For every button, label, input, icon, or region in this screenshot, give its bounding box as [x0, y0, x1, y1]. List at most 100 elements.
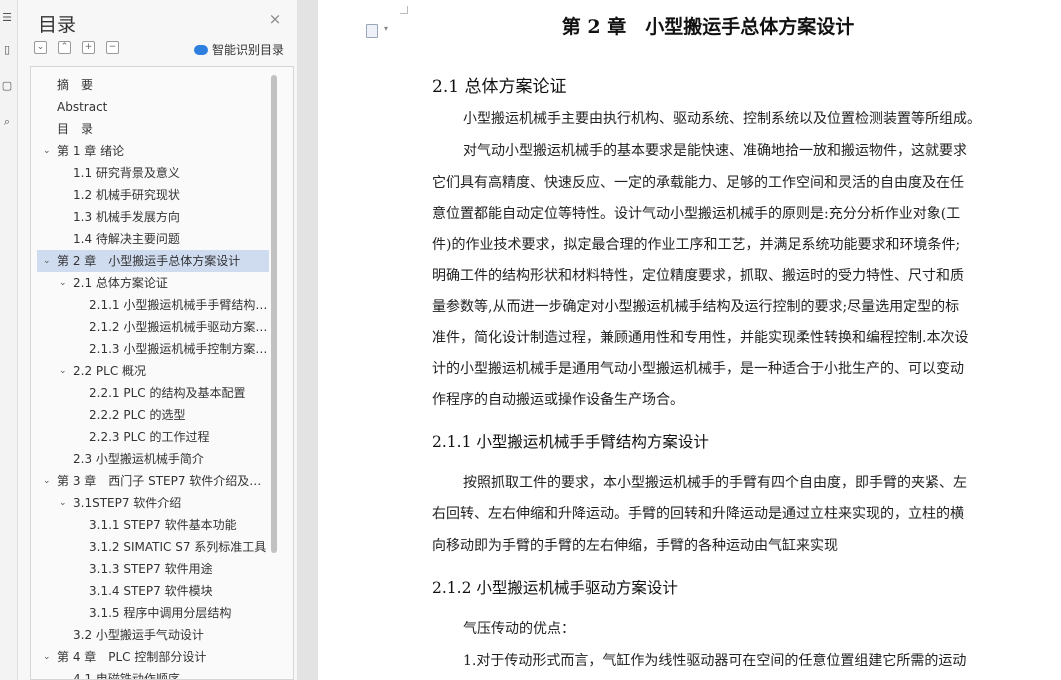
chevron-down-icon[interactable]: ⌄	[59, 492, 69, 514]
smart-recognize-label: 智能识别目录	[212, 43, 285, 57]
remove-heading-icon[interactable]: −	[106, 41, 119, 54]
toc-list: 摘 要 Abstract 目 录第 1 章 绪论 ⌄ 1.1 研究背景及意义 1.2 机械…	[30, 66, 294, 680]
toc-item[interactable]: 1.2 机械手研究现状	[37, 184, 269, 206]
paragraph-line: 意位置都能自动定位等特性。设计气动小型搬运机械手的原则是:充分分析作业对象(工	[432, 206, 961, 222]
toc-item-label: Abstract	[57, 100, 108, 114]
toc-item-label: 1.4 待解决主要问题	[73, 232, 180, 246]
paragraph-line: 件)的作业技术要求，拟定最合理的作业工序和工艺，并满足系统功能要求和环境条件;	[432, 237, 961, 253]
toc-item[interactable]: 3.1.2 SIMATIC S7 系列标准工具	[37, 536, 269, 558]
toc-item[interactable]: 第 2 章 小型搬运手总体方案设计	[37, 250, 269, 272]
paragraph-line: 小型搬运机械手主要由执行机构、驱动系统、控制系统以及位置检测装置等所组成。	[463, 111, 981, 127]
toc-item-label: 第 4 章 PLC 控制部分设计	[57, 650, 207, 664]
toc-item[interactable]: 3.1.5 程序中调用分层结构	[37, 602, 269, 624]
toc-item[interactable]: 4.1 电磁铁动作顺序	[37, 668, 269, 680]
page-icon[interactable]: ▢	[1, 80, 13, 92]
toc-item-label: 2.1.1 小型搬运机械手手臂结构方案设计	[89, 298, 269, 312]
collapse-all-icon[interactable]: ⌃	[58, 41, 71, 54]
toc-item[interactable]: 第 1 章 绪论	[37, 140, 269, 162]
toc-item[interactable]: 目 录	[37, 118, 269, 140]
toc-title: 目录	[38, 14, 77, 36]
pane-divider	[298, 0, 318, 680]
paragraph-line: 作程序的自动搬运或操作设备生产场合。	[432, 392, 684, 408]
cloud-icon	[194, 44, 208, 55]
toc-item[interactable]: 摘 要	[37, 74, 269, 96]
toc-item[interactable]: 2.1.1 小型搬运机械手手臂结构方案设计	[37, 294, 269, 316]
toc-item[interactable]: 1.1 研究背景及意义	[37, 162, 269, 184]
scrollbar-thumb[interactable]	[271, 75, 277, 553]
toc-item[interactable]: 2.2.3 PLC 的工作过程	[37, 426, 269, 448]
add-heading-icon[interactable]: +	[82, 41, 95, 54]
paragraph-line: 量参数等,从而进一步确定对小型搬运机械手结构及运行控制的要求;尽量选用定型的标	[432, 299, 960, 315]
toc-item[interactable]: 第 4 章 PLC 控制部分设计	[37, 646, 269, 668]
toc-item-label: 1.1 研究背景及意义	[73, 166, 180, 180]
toc-item-label: 1.3 机械手发展方向	[73, 210, 180, 224]
close-icon[interactable]: ×	[268, 12, 282, 27]
toc-item-label: 2.2.3 PLC 的工作过程	[89, 430, 210, 444]
toc-item[interactable]: 2.3 小型搬运机械手简介	[37, 448, 269, 470]
toc-item-label: 2.3 小型搬运机械手简介	[73, 452, 204, 466]
toc-item-label: 2.1.2 小型搬运机械手驱动方案设计	[89, 320, 269, 334]
app-window: ☰ ▯ ▢ ⌕ 目录 × ⌄ ⌃ + − 智能识别目录 摘 要 Abstract 目…	[0, 0, 1061, 680]
toc-item-label: 2.1 总体方案论证	[73, 276, 168, 290]
smart-recognize-button[interactable]: 智能识别目录	[194, 41, 284, 58]
toc-item[interactable]: 2.1.2 小型搬运机械手驱动方案设计	[37, 316, 269, 338]
toc-item[interactable]: 3.2 小型搬运手气动设计	[37, 624, 269, 646]
section-heading-2-1: 2.1 总体方案论证	[432, 77, 567, 97]
section-heading-2-1-2: 2.1.2 小型搬运机械手驱动方案设计	[432, 579, 678, 597]
toc-item-label: 3.2 小型搬运手气动设计	[73, 628, 204, 642]
chevron-down-icon[interactable]: ⌄	[43, 250, 53, 272]
section-heading-2-1-1: 2.1.1 小型搬运机械手手臂结构方案设计	[432, 433, 709, 451]
bookmark-icon[interactable]: ▯	[1, 44, 13, 56]
toc-item-label: 2.2.2 PLC 的选型	[89, 408, 186, 422]
paragraph-line: 它们具有高精度、快速反应、一定的承载能力、足够的工作空间和灵活的自由度及在任	[432, 175, 964, 191]
toc-item[interactable]: 2.1 总体方案论证	[37, 272, 269, 294]
paragraph-line: 明确工件的结构形状和材料特性，定位精度要求，抓取、搬运时的受力特性、尺寸和质	[432, 268, 964, 284]
toc-item[interactable]: 3.1.4 STEP7 软件模块	[37, 580, 269, 602]
toc-item[interactable]: 3.1.1 STEP7 软件基本功能	[37, 514, 269, 536]
toc-item-label: 1.2 机械手研究现状	[73, 188, 180, 202]
toc-item[interactable]: 2.2.1 PLC 的结构及基本配置	[37, 382, 269, 404]
toc-item-label: 第 1 章 绪论	[57, 144, 125, 158]
toc-item-label: 2.2 PLC 概况	[73, 364, 147, 378]
chevron-down-icon[interactable]: ⌄	[59, 360, 69, 382]
paragraph-line: 右回转、左右伸缩和升降运动。手臂的回转和升降运动是通过立柱来实现的，立柱的横	[432, 506, 964, 522]
expand-all-icon[interactable]: ⌄	[34, 41, 47, 54]
toc-item[interactable]: 3.1.3 STEP7 软件用途	[37, 558, 269, 580]
paragraph-line: 按照抓取工件的要求，本小型搬运机械手的手臂有四个自由度，即手臂的夹紧、左	[463, 475, 967, 491]
chevron-down-icon[interactable]: ⌄	[43, 646, 53, 668]
toc-item[interactable]: 1.4 待解决主要问题	[37, 228, 269, 250]
toc-item[interactable]: 1.3 机械手发展方向	[37, 206, 269, 228]
toc-item[interactable]: 第 3 章 西门子 STEP7 软件介绍及应用	[37, 470, 269, 492]
toc-item-label: 3.1.2 SIMATIC S7 系列标准工具	[89, 540, 267, 554]
chapter-title: 第 2 章 小型搬运手总体方案设计	[561, 16, 855, 38]
paragraph-line: 气压传动的优点：	[463, 621, 575, 637]
left-icon-rail: ☰ ▯ ▢ ⌕	[0, 0, 18, 680]
toc-item-label: 3.1.3 STEP7 软件用途	[89, 562, 213, 576]
toc-item-label: 第 2 章 小型搬运手总体方案设计	[57, 254, 241, 268]
toc-item-label: 3.1.5 程序中调用分层结构	[89, 606, 232, 620]
toc-item[interactable]: 2.2 PLC 概况	[37, 360, 269, 382]
chevron-down-icon[interactable]: ⌄	[43, 470, 53, 492]
chevron-down-icon[interactable]: ⌄	[43, 140, 53, 162]
toc-item-label: 3.1STEP7 软件介绍	[73, 496, 182, 510]
toc-item-label: 3.1.1 STEP7 软件基本功能	[89, 518, 237, 532]
toc-item-label: 摘 要	[57, 78, 94, 92]
toc-item-label: 目 录	[57, 122, 94, 136]
toc-item-label: 2.2.1 PLC 的结构及基本配置	[89, 386, 246, 400]
toc-item-label: 2.1.3 小型搬运机械手控制方案设计	[89, 342, 269, 356]
toc-item-label: 3.1.4 STEP7 软件模块	[89, 584, 213, 598]
toc-item[interactable]: 3.1STEP7 软件介绍	[37, 492, 269, 514]
chevron-down-icon[interactable]: ⌄	[59, 272, 69, 294]
paragraph-line: 对气动小型搬运机械手的基本要求是能快速、准确地拾一放和搬运物件，这就要求	[463, 143, 967, 159]
paragraph-line: 向移动即为手臂的手臂的左右伸缩，手臂的各种运动由气缸来实现	[432, 538, 838, 554]
toc-item-label: 第 3 章 西门子 STEP7 软件介绍及应用	[57, 474, 269, 488]
toc-item[interactable]: Abstract	[37, 96, 269, 118]
toc-item[interactable]: 2.2.2 PLC 的选型	[37, 404, 269, 426]
paragraph-line: 1.对于传动形式而言，气缸作为线性驱动器可在空间的任意位置组建它所需的运动	[463, 653, 967, 669]
paragraph-line: 计的小型搬运机械手是通用气动小型搬运机械手，是一种适合于小批生产的、可以变动	[432, 361, 964, 377]
document-page: ▾ 第 2 章 小型搬运手总体方案设计 2.1 总体方案论证 小型搬运机械手主要…	[318, 0, 1061, 680]
outline-icon[interactable]: ☰	[1, 12, 13, 24]
toc-item[interactable]: 2.1.3 小型搬运机械手控制方案设计	[37, 338, 269, 360]
toc-item-label: 4.1 电磁铁动作顺序	[73, 672, 180, 680]
search-icon[interactable]: ⌕	[1, 116, 13, 128]
